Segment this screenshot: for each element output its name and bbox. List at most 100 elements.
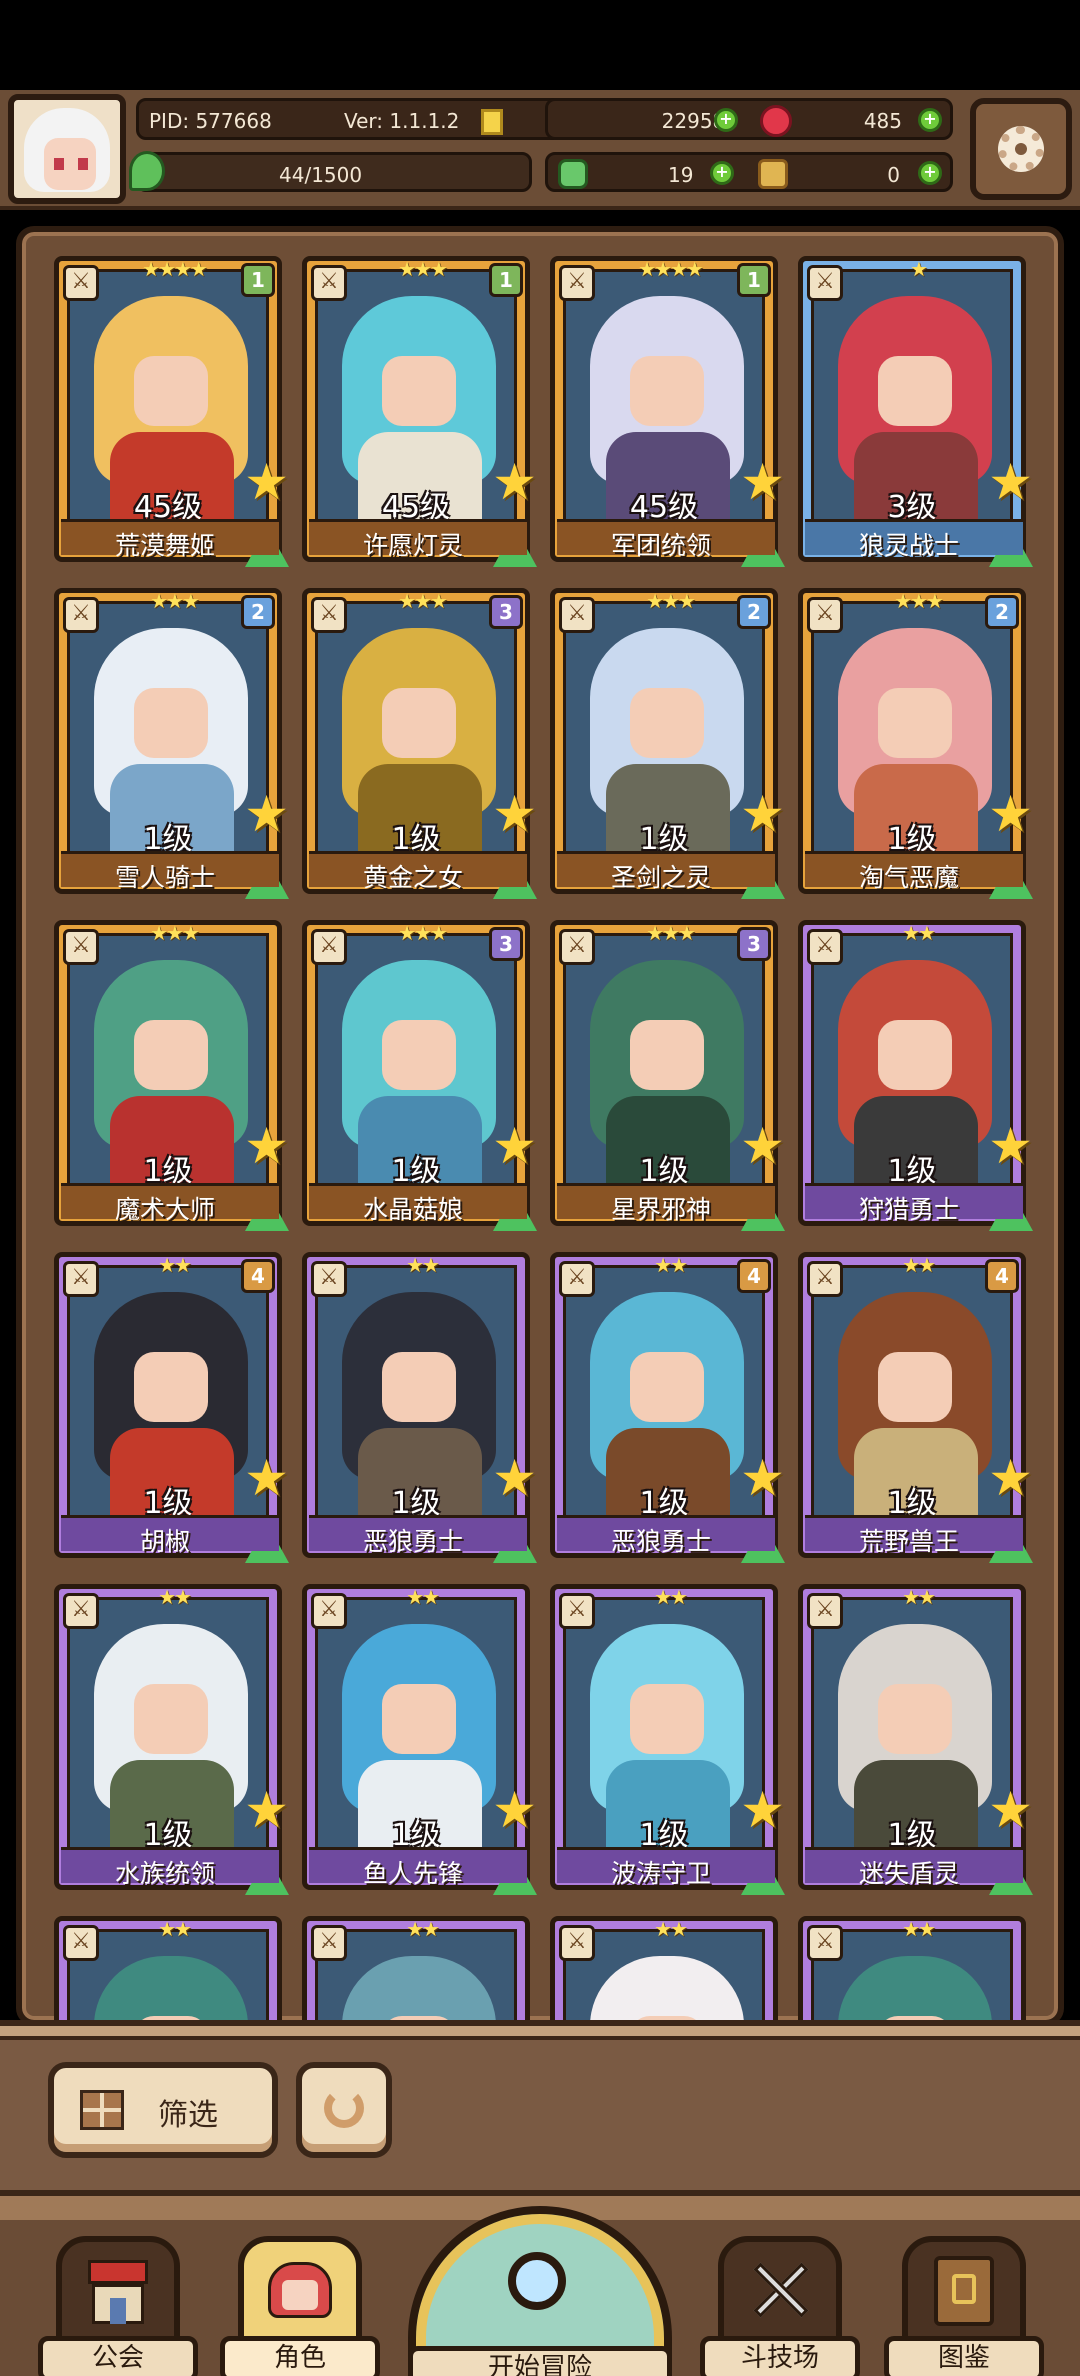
character-card[interactable]: 1级 ★★★ ⚔ 3 ★ 黄金之女 — [302, 588, 537, 899]
weapon-type-icon: ⚔ — [63, 1593, 99, 1629]
star-upgrade-icon[interactable]: ★ — [988, 457, 1033, 507]
weapon-type-icon: ⚔ — [559, 265, 595, 301]
character-card[interactable]: ★★ ⚔ — [302, 1916, 530, 2020]
character-card[interactable]: 1级 ★★ ⚔ ★ 水族统领 — [54, 1584, 289, 1895]
character-card[interactable]: 1级 ★★ ⚔ ★ 狩猎勇士 — [798, 920, 1033, 1231]
character-card[interactable]: ★★ ⚔ — [798, 1916, 1026, 2020]
character-name: 狼灵战士 — [858, 531, 959, 560]
add-clover-button[interactable]: + — [710, 161, 734, 185]
tab-arena[interactable]: 斗技场 — [700, 2236, 860, 2376]
star-upgrade-icon[interactable]: ★ — [492, 1785, 537, 1835]
character-name: 淘气恶魔 — [858, 863, 959, 892]
character-card[interactable]: ★★ ⚔ — [550, 1916, 778, 2020]
character-portrait: 1级 — [315, 1265, 517, 1519]
resource-strip: 19 + 0 + — [545, 152, 953, 192]
star-upgrade-icon[interactable]: ★ — [244, 1121, 289, 1171]
star-upgrade-icon[interactable]: ★ — [492, 1121, 537, 1171]
rarity-stars: ★★★ — [646, 589, 696, 613]
rarity-stars: ★★★ — [150, 589, 200, 613]
character-level: 1级 — [639, 1818, 689, 1851]
character-card[interactable]: 1级 ★★★ ⚔ 3 ★ 星界邪神 — [550, 920, 785, 1231]
add-scroll-button[interactable]: + — [918, 161, 942, 185]
refresh-button[interactable] — [296, 2062, 392, 2158]
tab-codex[interactable]: 图鉴 — [884, 2236, 1044, 2376]
character-card[interactable]: 45级 ★★★★ ⚔ 1 ★ 荒漠舞姬 — [54, 256, 289, 567]
star-upgrade-icon[interactable]: ★ — [988, 1121, 1033, 1171]
settings-button[interactable] — [970, 98, 1072, 200]
tier-badge: 4 — [737, 1259, 771, 1293]
character-card[interactable]: 1级 ★★ ⚔ 4 ★ 胡椒 — [54, 1252, 289, 1563]
character-card[interactable]: 1级 ★★ ⚔ ★ 鱼人先锋 — [302, 1584, 537, 1895]
character-card[interactable]: 45级 ★★★★ ⚔ 1 ★ 军团统领 — [550, 256, 785, 567]
name-bar: 水族统领 — [61, 1847, 279, 1888]
rarity-stars: ★★ — [902, 1585, 936, 1609]
tier-badge: 3 — [489, 927, 523, 961]
gear-icon — [998, 126, 1044, 172]
add-gem-button[interactable]: + — [918, 108, 942, 132]
star-upgrade-icon[interactable]: ★ — [244, 457, 289, 507]
weapon-type-icon: ⚔ — [559, 1261, 595, 1297]
weapon-type-icon: ⚔ — [311, 597, 347, 633]
character-card[interactable]: 1级 ★★ ⚔ 4 ★ 恶狼勇士 — [550, 1252, 785, 1563]
star-upgrade-icon[interactable]: ★ — [244, 789, 289, 839]
character-name: 军团统领 — [610, 531, 711, 560]
tier-badge: 1 — [489, 263, 523, 297]
character-panel[interactable]: 45级 ★★★★ ⚔ 1 ★ 荒漠舞姬 45级 ★★★ ⚔ 1 ★ 许愿灯灵 45级 ★★★★ ⚔ 1 ★ 军团统… — [16, 226, 1064, 2026]
rarity-stars: ★★ — [654, 1917, 688, 1941]
character-name: 水族统领 — [114, 1859, 215, 1888]
character-card[interactable]: 1级 ★★ ⚔ ★ 波涛守卫 — [550, 1584, 785, 1895]
rarity-stars: ★★ — [158, 1917, 192, 1941]
character-portrait: 3级 — [811, 269, 1013, 523]
star-upgrade-icon[interactable]: ★ — [244, 1785, 289, 1835]
portrait-face — [134, 1352, 208, 1422]
star-upgrade-icon[interactable]: ★ — [740, 1453, 785, 1503]
weapon-type-icon: ⚔ — [311, 265, 347, 301]
rarity-stars: ★★ — [406, 1585, 440, 1609]
character-card[interactable]: 1级 ★★ ⚔ ★ 迷失盾灵 — [798, 1584, 1033, 1895]
character-name: 狩猎勇士 — [858, 1195, 959, 1224]
player-avatar[interactable] — [8, 94, 126, 204]
star-upgrade-icon[interactable]: ★ — [740, 789, 785, 839]
character-card[interactable]: ★★ ⚔ — [54, 1916, 282, 2020]
character-portrait: 45级 — [67, 269, 269, 523]
character-card[interactable]: 1级 ★★ ⚔ 4 ★ 荒野兽王 — [798, 1252, 1033, 1563]
star-upgrade-icon[interactable]: ★ — [740, 1121, 785, 1171]
start-adventure-button[interactable]: 开始冒险 — [408, 2206, 672, 2376]
star-upgrade-icon[interactable]: ★ — [244, 1453, 289, 1503]
star-upgrade-icon[interactable]: ★ — [988, 1453, 1033, 1503]
portrait-face — [382, 1020, 456, 1090]
character-name: 鱼人先锋 — [362, 1859, 463, 1888]
rarity-stars: ★★ — [902, 921, 936, 945]
star-upgrade-icon[interactable]: ★ — [492, 789, 537, 839]
character-card[interactable]: 45级 ★★★ ⚔ 1 ★ 许愿灯灵 — [302, 256, 537, 567]
weapon-type-icon: ⚔ — [559, 1925, 595, 1961]
character-card[interactable]: 1级 ★★★ ⚔ 2 ★ 淘气恶魔 — [798, 588, 1033, 899]
name-bar: 星界邪神 — [557, 1183, 775, 1224]
star-upgrade-icon[interactable]: ★ — [740, 457, 785, 507]
tab-guild[interactable]: 公会 — [38, 2236, 198, 2376]
character-card[interactable]: 1级 ★★★ ⚔ 3 ★ 水晶菇娘 — [302, 920, 537, 1231]
scroll-icon — [758, 159, 788, 189]
character-card[interactable]: 1级 ★★★ ⚔ ★ 魔术大师 — [54, 920, 289, 1231]
character-card[interactable]: 1级 ★★★ ⚔ 2 ★ 雪人骑士 — [54, 588, 289, 899]
rarity-stars: ★★ — [406, 1253, 440, 1277]
tier-badge: 4 — [985, 1259, 1019, 1293]
star-upgrade-icon[interactable]: ★ — [492, 1453, 537, 1503]
name-bar: 许愿灯灵 — [309, 519, 527, 560]
character-name: 恶狼勇士 — [610, 1527, 711, 1556]
character-card[interactable]: 3级 ★ ⚔ ★ 狼灵战士 — [798, 256, 1033, 567]
magnifier-icon — [508, 2252, 566, 2310]
star-upgrade-icon[interactable]: ★ — [740, 1785, 785, 1835]
star-upgrade-icon[interactable]: ★ — [988, 789, 1033, 839]
filter-button[interactable]: 筛选 — [48, 2062, 278, 2158]
character-card[interactable]: 1级 ★★★ ⚔ 2 ★ 圣剑之灵 — [550, 588, 785, 899]
character-level: 1级 — [143, 1818, 193, 1851]
character-card[interactable]: 1级 ★★ ⚔ ★ 恶狼勇士 — [302, 1252, 537, 1563]
character-level: 1级 — [143, 822, 193, 855]
character-portrait: 1级 — [811, 1265, 1013, 1519]
star-upgrade-icon[interactable]: ★ — [988, 1785, 1033, 1835]
add-gold-button[interactable]: + — [714, 108, 738, 132]
tab-character[interactable]: 角色 — [220, 2236, 380, 2376]
character-level: 45级 — [629, 490, 699, 523]
star-upgrade-icon[interactable]: ★ — [492, 457, 537, 507]
